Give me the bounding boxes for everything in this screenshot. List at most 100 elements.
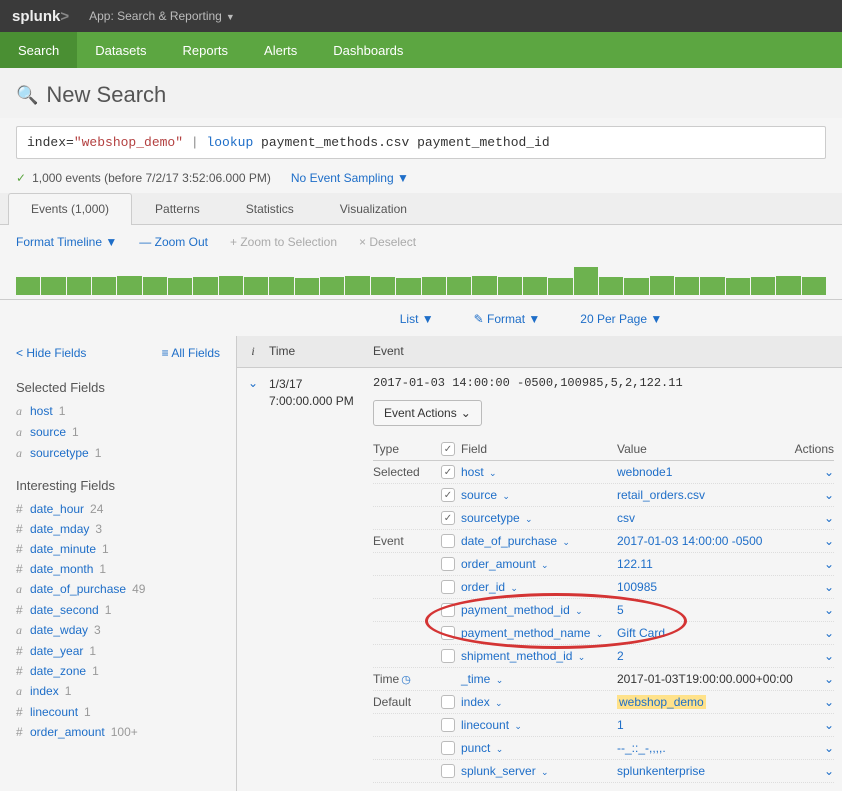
field-name[interactable]: index ⌄ [461, 695, 617, 709]
field-name[interactable]: linecount ⌄ [461, 718, 617, 732]
field-item[interactable]: #date_month1 [16, 559, 220, 579]
timeline-bar[interactable] [802, 277, 826, 295]
timeline-bar[interactable] [726, 278, 750, 295]
timeline-bar[interactable] [193, 277, 217, 295]
timeline-bar[interactable] [143, 277, 167, 295]
timeline-bar[interactable] [371, 277, 395, 295]
result-tab[interactable]: Statistics [223, 193, 317, 224]
field-item[interactable]: #date_minute1 [16, 539, 220, 559]
sampling-dropdown[interactable]: No Event Sampling ▼ [291, 171, 409, 185]
timeline-bar[interactable] [574, 267, 598, 295]
timeline-bar[interactable] [244, 277, 268, 295]
field-name[interactable]: host ⌄ [461, 465, 617, 479]
timeline-bar[interactable] [675, 277, 699, 295]
nav-tab-alerts[interactable]: Alerts [246, 32, 315, 68]
field-actions[interactable]: ⌄ [794, 764, 834, 778]
checkbox-icon[interactable] [441, 442, 455, 456]
field-name[interactable]: _time ⌄ [461, 672, 617, 686]
nav-tab-reports[interactable]: Reports [165, 32, 247, 68]
field-actions[interactable]: ⌄ [794, 488, 834, 502]
field-name[interactable]: payment_method_id ⌄ [461, 603, 617, 617]
checkbox[interactable] [441, 649, 455, 663]
field-item[interactable]: aindex1 [16, 681, 220, 702]
format-dropdown[interactable]: ✎ Format ▼ [474, 312, 541, 326]
checkbox[interactable] [441, 764, 455, 778]
timeline-bar[interactable] [16, 277, 40, 295]
timeline-bar[interactable] [219, 276, 243, 295]
field-item[interactable]: #date_second1 [16, 600, 220, 620]
format-timeline[interactable]: Format Timeline ▼ [16, 235, 117, 249]
field-value[interactable]: 5 [617, 603, 794, 617]
timeline-bar[interactable] [320, 277, 344, 295]
nav-tab-search[interactable]: Search [0, 32, 77, 68]
raw-event[interactable]: 2017-01-03 14:00:00 -0500,100985,5,2,122… [373, 376, 834, 390]
field-value[interactable]: 122.11 [617, 557, 794, 571]
timeline-bar[interactable] [295, 278, 319, 295]
field-name[interactable]: order_id ⌄ [461, 580, 617, 594]
app-switcher[interactable]: App: Search & Reporting▼ [89, 9, 235, 23]
field-item[interactable]: adate_of_purchase49 [16, 579, 220, 600]
field-name[interactable]: shipment_method_id ⌄ [461, 649, 617, 663]
checkbox[interactable] [441, 718, 455, 732]
timeline-bar[interactable] [168, 278, 192, 295]
field-value[interactable]: webnode1 [617, 465, 794, 479]
field-item[interactable]: #order_amount100+ [16, 722, 220, 742]
checkbox[interactable] [441, 557, 455, 571]
search-input[interactable]: index="webshop_demo" | lookup payment_me… [16, 126, 826, 159]
field-value[interactable]: 1 [617, 718, 794, 732]
result-tab[interactable]: Events (1,000) [8, 193, 132, 225]
timeline-bar[interactable] [472, 276, 496, 295]
checkbox[interactable] [441, 488, 455, 502]
checkbox[interactable] [441, 626, 455, 640]
field-value[interactable]: 100985 [617, 580, 794, 594]
field-actions[interactable]: ⌄ [794, 557, 834, 571]
field-value[interactable]: 2 [617, 649, 794, 663]
timeline-bar[interactable] [92, 277, 116, 295]
field-actions[interactable]: ⌄ [794, 626, 834, 640]
field-actions[interactable]: ⌄ [794, 741, 834, 755]
checkbox[interactable] [441, 580, 455, 594]
nav-tab-dashboards[interactable]: Dashboards [315, 32, 421, 68]
timeline-bar[interactable] [41, 277, 65, 295]
field-name[interactable]: splunk_server ⌄ [461, 764, 617, 778]
checkbox[interactable] [441, 534, 455, 548]
field-actions[interactable]: ⌄ [794, 580, 834, 594]
field-name[interactable]: source ⌄ [461, 488, 617, 502]
timeline-bar[interactable] [422, 277, 446, 295]
col-time[interactable]: Time [269, 336, 373, 367]
timeline-bar[interactable] [624, 278, 648, 295]
field-item[interactable]: adate_wday3 [16, 620, 220, 641]
field-value[interactable]: --_::_-,,,,. [617, 741, 794, 755]
timeline[interactable] [0, 259, 842, 295]
timeline-bar[interactable] [548, 278, 572, 295]
timeline-bar[interactable] [498, 277, 522, 295]
field-name[interactable]: date_of_purchase ⌄ [461, 534, 617, 548]
checkbox[interactable] [441, 603, 455, 617]
field-actions[interactable]: ⌄ [794, 672, 834, 686]
field-actions[interactable]: ⌄ [794, 511, 834, 525]
timeline-bar[interactable] [776, 276, 800, 295]
hide-fields[interactable]: < Hide Fields [16, 346, 86, 360]
timeline-bar[interactable] [447, 277, 471, 295]
field-actions[interactable]: ⌄ [794, 465, 834, 479]
result-tab[interactable]: Visualization [317, 193, 430, 224]
field-value[interactable]: csv [617, 511, 794, 525]
timeline-bar[interactable] [650, 276, 674, 295]
zoom-out[interactable]: — Zoom Out [139, 235, 208, 249]
field-item[interactable]: asource1 [16, 422, 220, 443]
timeline-bar[interactable] [396, 278, 420, 295]
field-item[interactable]: #date_hour24 [16, 499, 220, 519]
field-actions[interactable]: ⌄ [794, 534, 834, 548]
timeline-bar[interactable] [751, 277, 775, 295]
field-value[interactable]: webshop_demo [617, 695, 794, 709]
timeline-bar[interactable] [599, 277, 623, 295]
nav-tab-datasets[interactable]: Datasets [77, 32, 164, 68]
field-item[interactable]: #date_zone1 [16, 661, 220, 681]
field-name[interactable]: sourcetype ⌄ [461, 511, 617, 525]
field-actions[interactable]: ⌄ [794, 603, 834, 617]
field-actions[interactable]: ⌄ [794, 649, 834, 663]
timeline-bar[interactable] [117, 276, 141, 295]
field-actions[interactable]: ⌄ [794, 695, 834, 709]
checkbox[interactable] [441, 465, 455, 479]
field-item[interactable]: #linecount1 [16, 702, 220, 722]
